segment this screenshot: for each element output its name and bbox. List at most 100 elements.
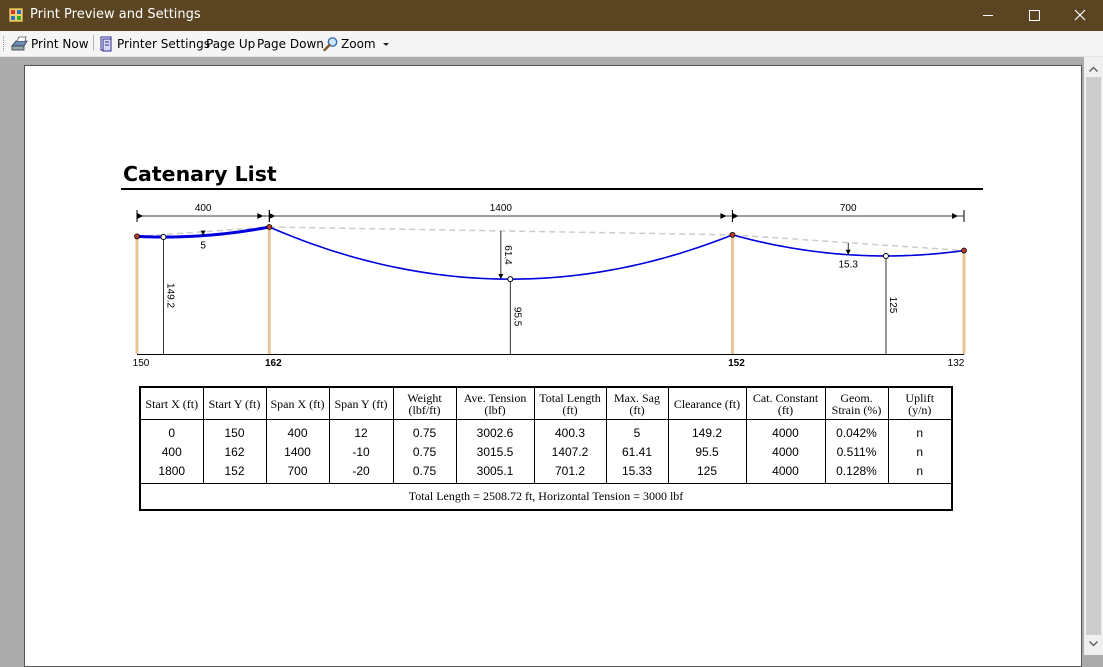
header-uplift: Uplift (y/n) <box>887 386 953 420</box>
table-cell: n <box>887 419 953 442</box>
toolbar: Print Now Printer Settings Page Up Page … <box>0 31 1103 57</box>
table-cell: 400 <box>265 419 330 442</box>
header-start-y: Start Y (ft) <box>202 386 267 420</box>
table-cell: 1407.2 <box>533 442 607 461</box>
clearance-label: 95.5 <box>511 307 522 327</box>
table-cell: 701.2 <box>533 461 607 484</box>
table-cell: 150 <box>202 419 267 442</box>
zoom-dropdown[interactable]: Zoom <box>323 34 392 53</box>
table-cell: 61.41 <box>605 442 669 461</box>
table-cell: 700 <box>265 461 330 484</box>
page-down-label: Page Down <box>257 36 324 51</box>
low-point-marker <box>882 252 889 259</box>
table-cell: 0.128% <box>824 461 889 484</box>
header-cat-constant: Cat. Constant (ft) <box>745 386 826 420</box>
table-cell: 1400 <box>265 442 330 461</box>
dimension-arrowhead <box>257 213 264 219</box>
table-row: 1800 152 700 -20 0.75 3005.1 701.2 15.33 125… <box>139 461 953 484</box>
header-start-x: Start X (ft) <box>139 386 204 420</box>
page-up-button[interactable]: Page Up <box>206 34 255 53</box>
table-cell: 4000 <box>745 419 826 442</box>
attachment-marker <box>266 224 273 230</box>
window-title: Print Preview and Settings <box>30 7 201 22</box>
printer-settings-label: Printer Settings <box>117 36 210 51</box>
table-cell: 125 <box>667 461 747 484</box>
clearance-label: 125 <box>887 297 898 314</box>
scroll-up-button[interactable] <box>1084 61 1103 78</box>
span-width-label: 700 <box>840 203 857 214</box>
pole-height-label: 162 <box>265 358 282 369</box>
table-cell: 0.042% <box>824 419 889 442</box>
toolbar-grip[interactable] <box>3 36 7 51</box>
table-cell: 3015.5 <box>455 442 535 461</box>
sag-label: 15.3 <box>838 260 858 271</box>
dimension-arrowhead <box>720 213 727 219</box>
catenary-diagram: 400 1400 700 149.2 5 95.5 61.4 125 15.3 150 162 152… <box>133 203 967 369</box>
preview-viewport[interactable]: Catenary List 400 1400 700 149.2 5 95.5 61.4 12… <box>0 57 1103 667</box>
header-span-y: Span Y (ft) <box>328 386 394 420</box>
table-cell: 4000 <box>745 461 826 484</box>
span-width-label: 1400 <box>490 203 513 214</box>
chevron-down-icon <box>382 42 389 46</box>
dimension-arrowhead <box>732 213 739 219</box>
table-cell: 400 <box>139 442 204 461</box>
catenary-table: Start X (ft) Start Y (ft) Span X (ft) Sp… <box>139 386 953 511</box>
app-icon <box>9 8 23 22</box>
maximize-icon <box>1029 10 1040 21</box>
table-summary: Total Length = 2508.72 ft, Horizontal Te… <box>139 483 953 511</box>
zoom-label: Zoom <box>341 36 376 51</box>
low-point-marker <box>160 234 167 241</box>
table-cell: 95.5 <box>667 442 747 461</box>
print-now-button[interactable]: Print Now <box>11 34 89 53</box>
header-geom-strain: Geom. Strain (%) <box>824 386 889 420</box>
dimension-arrowhead <box>952 213 958 219</box>
span-width-label: 400 <box>195 203 212 214</box>
table-cell: 5 <box>605 419 669 442</box>
pole-height-label: 132 <box>948 358 965 369</box>
pole-height-label: 150 <box>133 358 150 369</box>
vertical-scrollbar[interactable] <box>1084 57 1103 655</box>
table-cell: 0.75 <box>392 442 457 461</box>
toolbar-separator <box>93 35 94 51</box>
table-cell: -20 <box>328 461 394 484</box>
table-cell: 4000 <box>745 442 826 461</box>
table-cell: 0.75 <box>392 461 457 484</box>
page-up-label: Page Up <box>206 36 256 51</box>
table-cell: 152 <box>202 461 267 484</box>
header-ave-tension: Ave. Tension (lbf) <box>455 386 535 420</box>
table-cell: 1800 <box>139 461 204 484</box>
table-cell: 162 <box>202 442 267 461</box>
table-cell: 12 <box>328 419 394 442</box>
scroll-down-button[interactable] <box>1084 635 1103 652</box>
minimize-icon <box>983 15 993 16</box>
printer-settings-icon <box>100 36 112 51</box>
header-max-sag: Max. Sag (ft) <box>605 386 669 420</box>
printer-settings-button[interactable]: Printer Settings <box>100 34 210 53</box>
header-total-length: Total Length (ft) <box>533 386 607 420</box>
scroll-thumb[interactable] <box>1086 77 1101 635</box>
dimension-arrowhead <box>269 213 276 219</box>
maximize-button[interactable] <box>1011 0 1057 31</box>
table-cell: 0.75 <box>392 419 457 442</box>
table-cell: 0.511% <box>824 442 889 461</box>
sag-label: 61.4 <box>502 245 513 265</box>
header-clearance: Clearance (ft) <box>667 386 747 420</box>
table-cell: n <box>887 461 953 484</box>
printer-icon <box>11 36 28 50</box>
low-point-marker <box>507 276 514 283</box>
header-weight: Weight (lbf/ft) <box>392 386 457 420</box>
title-bar: Print Preview and Settings <box>0 0 1103 31</box>
chevron-down-icon <box>1089 641 1098 647</box>
attachment-marker <box>729 231 736 238</box>
table-cell: 400.3 <box>533 419 607 442</box>
page-down-button[interactable]: Page Down <box>257 34 324 53</box>
chevron-up-icon <box>1089 66 1098 72</box>
minimize-button[interactable] <box>965 0 1011 31</box>
table-header-row: Start X (ft) Start Y (ft) Span X (ft) Sp… <box>139 386 953 420</box>
magnifier-icon <box>323 36 338 51</box>
table-cell: 15.33 <box>605 461 669 484</box>
attachment-marker <box>961 247 967 254</box>
dimension-arrowhead <box>137 213 143 219</box>
close-button[interactable] <box>1057 0 1103 31</box>
table-row: 0 150 400 12 0.75 3002.6 400.3 5 149.2 4000 0… <box>139 419 953 442</box>
